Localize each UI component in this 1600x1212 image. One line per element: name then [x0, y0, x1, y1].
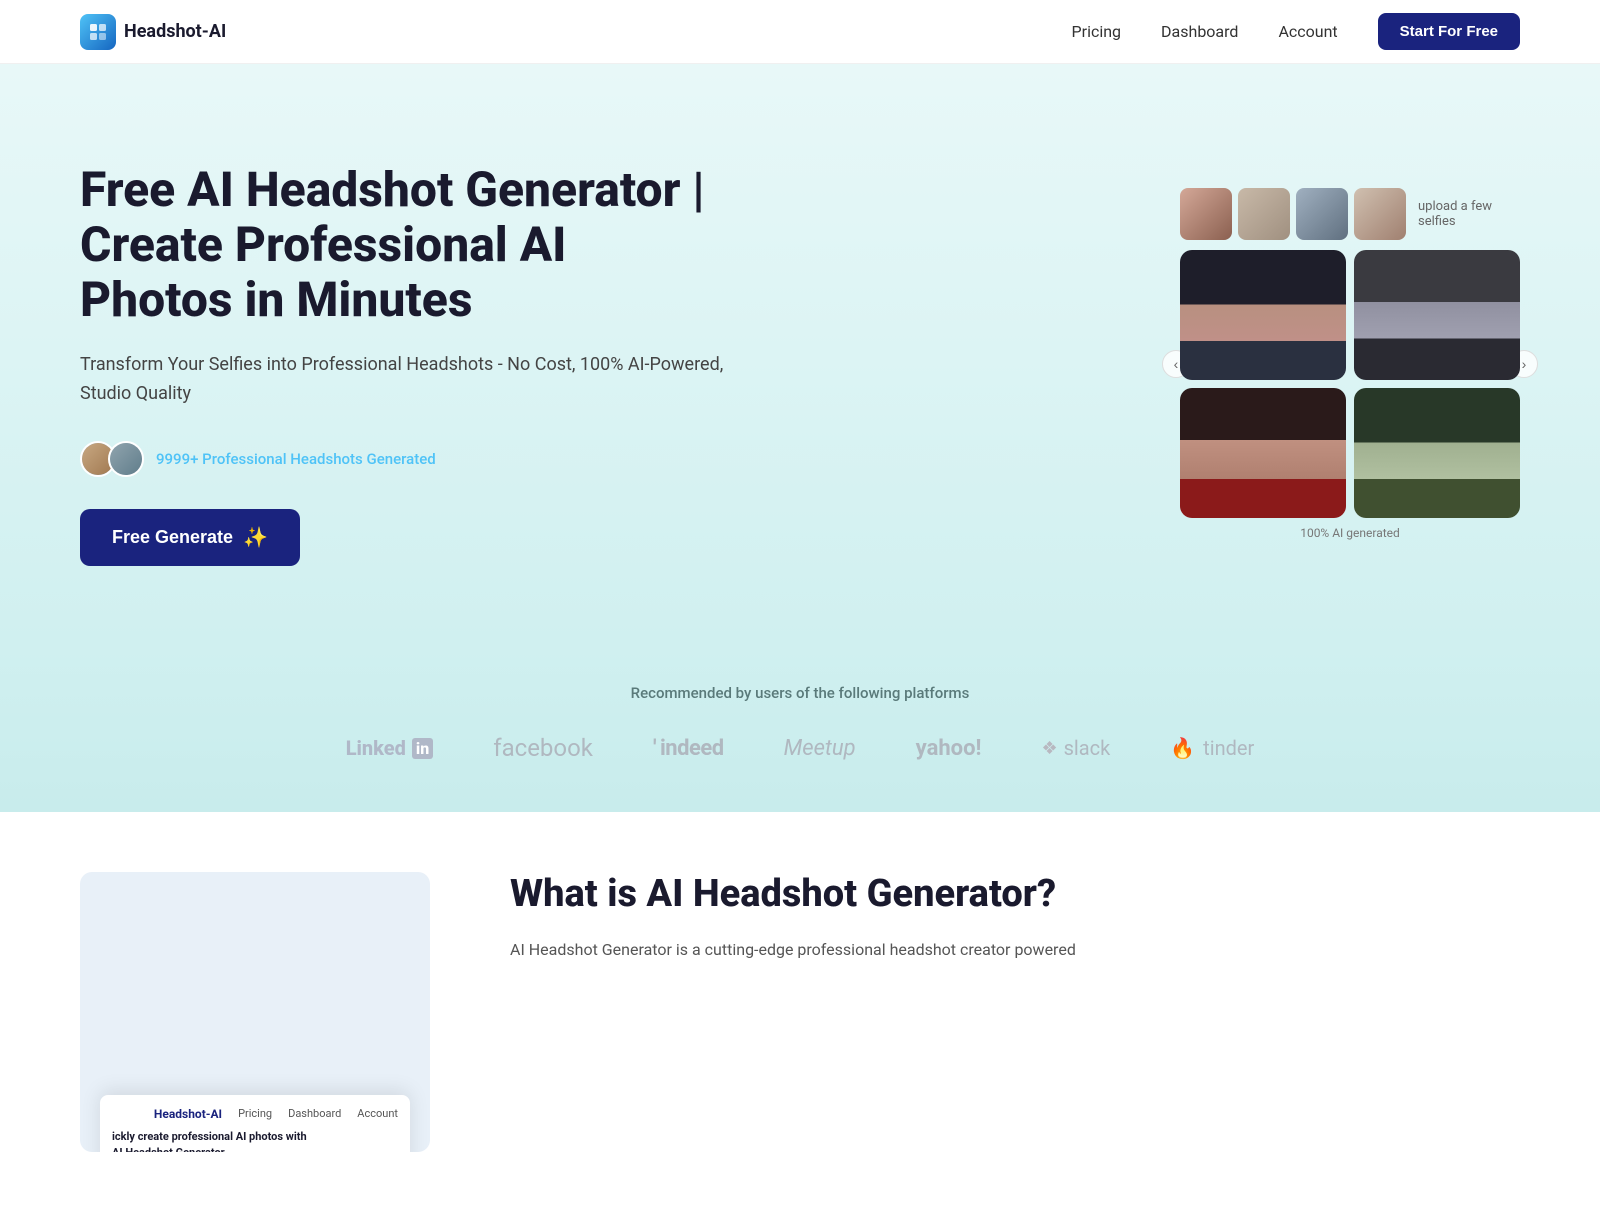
indeed-logo: 'indeed	[653, 736, 724, 761]
social-proof: 9999+ Professional Headshots Generated	[80, 441, 730, 477]
what-is-title: What is AI Headshot Generator?	[510, 872, 1520, 916]
photo-cell-woman1	[1180, 250, 1346, 380]
nav-links: Pricing Dashboard Account Start For Free	[1072, 13, 1520, 50]
hero-left: Free AI Headshot Generator | Create Prof…	[80, 162, 730, 566]
screenshot-nav-account: Account	[357, 1107, 398, 1121]
sparkle-icon: ✨	[243, 525, 268, 550]
hero-subtitle: Transform Your Selfies into Professional…	[80, 351, 730, 409]
logo-icon	[80, 14, 116, 50]
selfie-label: upload a few selfies	[1418, 199, 1520, 229]
nav-link-dashboard[interactable]: Dashboard	[1161, 22, 1238, 41]
logo-link[interactable]: Headshot-AI	[80, 14, 226, 50]
meetup-text: Meetup	[784, 736, 856, 761]
selfie-thumb-male1	[1296, 188, 1348, 240]
logo-text: Headshot-AI	[124, 21, 226, 42]
indeed-text2: indeed	[660, 736, 724, 761]
screenshot-nav-dashboard: Dashboard	[288, 1107, 341, 1121]
screenshot-nav-pricing: Pricing	[238, 1107, 272, 1121]
free-generate-label: Free Generate	[112, 527, 233, 548]
hero-section: Free AI Headshot Generator | Create Prof…	[0, 64, 1600, 644]
screenshot-nav: Headshot-AI Pricing Dashboard Account	[112, 1107, 398, 1121]
photo-cell-woman2	[1180, 388, 1346, 518]
avatar-stack	[80, 441, 144, 477]
nav-link-account[interactable]: Account	[1278, 22, 1337, 41]
yahoo-logo: yahoo!	[916, 736, 982, 761]
generated-photo-grid	[1180, 250, 1520, 518]
tinder-text: tinder	[1203, 736, 1254, 760]
free-generate-button[interactable]: Free Generate ✨	[80, 509, 300, 566]
facebook-logo: facebook	[493, 734, 593, 762]
slack-icon: ❖	[1041, 738, 1057, 759]
photo-cell-man2	[1354, 388, 1520, 518]
selfie-thumb-male2	[1354, 188, 1406, 240]
platforms-logos: Linkedin facebook 'indeed Meetup yahoo! …	[80, 734, 1520, 762]
what-is-content: What is AI Headshot Generator? AI Headsh…	[510, 872, 1520, 963]
hero-title: Free AI Headshot Generator | Create Prof…	[80, 162, 730, 328]
linkedin-text: Linked	[346, 736, 406, 760]
tinder-flame-icon: 🔥	[1170, 736, 1195, 760]
photo-cell-man1	[1354, 250, 1520, 380]
linkedin-logo: Linked in	[346, 736, 434, 760]
screenshot-text: ickly create professional AI photos with…	[112, 1129, 398, 1152]
linkedin-in: in	[412, 738, 433, 759]
selfie-upload-row: upload a few selfies	[1180, 188, 1520, 240]
what-is-text: AI Headshot Generator is a cutting-edge …	[510, 936, 1520, 963]
selfie-thumb-female	[1180, 188, 1232, 240]
social-proof-text: 9999+ Professional Headshots Generated	[156, 450, 436, 468]
hero-image-showcase: ‹ › upload a few selfies	[1180, 188, 1520, 540]
ai-generated-label: 100% AI generated	[1180, 526, 1520, 540]
selfie-thumbs	[1180, 188, 1406, 240]
slack-text: slack	[1064, 736, 1111, 760]
platforms-title: Recommended by users of the following pl…	[80, 684, 1520, 702]
yahoo-text: yahoo!	[916, 736, 982, 761]
slack-logo: ❖ slack	[1041, 736, 1110, 760]
screenshot-logo: Headshot-AI	[154, 1107, 222, 1121]
platforms-section: Recommended by users of the following pl…	[0, 644, 1600, 812]
avatar	[108, 441, 144, 477]
facebook-text: facebook	[493, 734, 593, 762]
start-free-button[interactable]: Start For Free	[1378, 13, 1520, 50]
what-is-section: Headshot-AI Pricing Dashboard Account ic…	[0, 812, 1600, 1212]
nav-link-pricing[interactable]: Pricing	[1072, 22, 1122, 41]
selfie-thumb-hat	[1238, 188, 1290, 240]
navbar: Headshot-AI Pricing Dashboard Account St…	[0, 0, 1600, 64]
app-screenshot: Headshot-AI Pricing Dashboard Account ic…	[80, 872, 430, 1152]
screenshot-inner: Headshot-AI Pricing Dashboard Account ic…	[100, 1095, 410, 1152]
meetup-logo: Meetup	[784, 736, 856, 761]
tinder-logo: 🔥 tinder	[1170, 736, 1254, 760]
indeed-text: '	[653, 736, 656, 761]
